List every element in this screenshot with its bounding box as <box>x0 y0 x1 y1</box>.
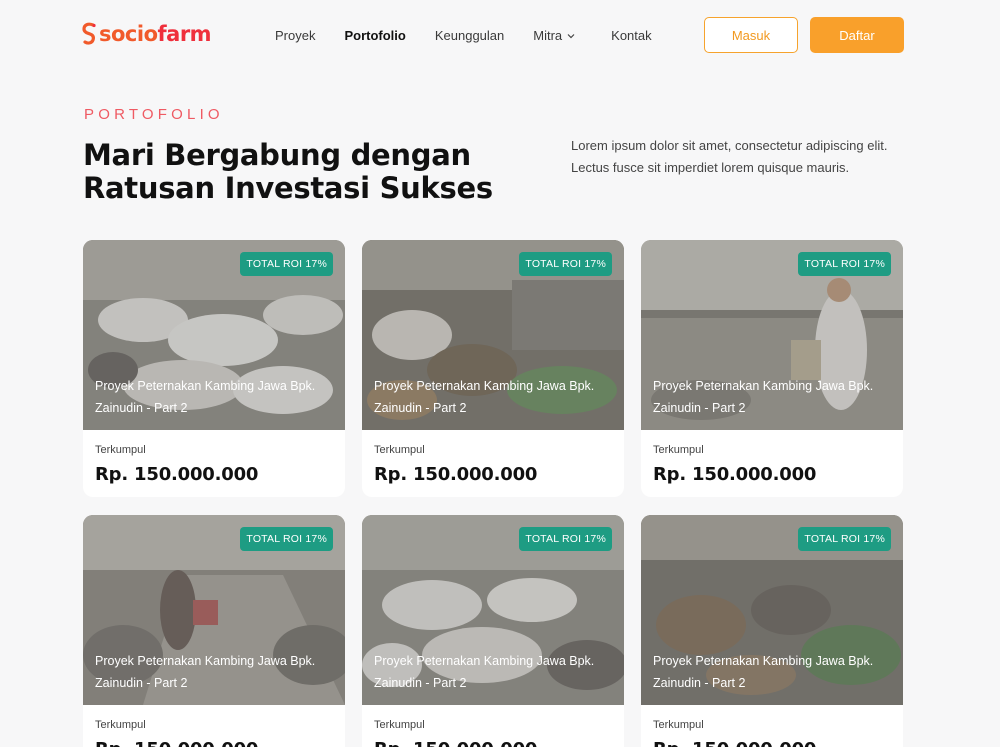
project-title: Proyek Peternakan Kambing Jawa Bpk. Zainu… <box>374 654 595 690</box>
project-photo: TOTAL ROI 17% Proyek Peternakan Kambing … <box>83 240 345 430</box>
page-title-line2: Ratusan Investasi Sukses <box>83 171 493 205</box>
brand-logo[interactable]: sociofarm <box>82 21 212 46</box>
roi-badge: TOTAL ROI 17% <box>519 527 612 551</box>
nav-item-proyek[interactable]: Proyek <box>275 28 315 43</box>
portfolio-card[interactable]: TOTAL ROI 17% Proyek Peternakan Kambing … <box>362 240 624 497</box>
intro-line1: Lorem ipsum dolor sit amet, consectetur … <box>571 138 888 153</box>
collected-amount: Rp. 150.000.000 <box>653 464 817 485</box>
main-menu: Proyek Portofolio Keunggulan Mitra Konta… <box>275 28 652 43</box>
portfolio-card[interactable]: TOTAL ROI 17% Proyek Peternakan Kambing … <box>83 240 345 497</box>
project-photo: TOTAL ROI 17% Proyek Peternakan Kambing … <box>641 240 903 430</box>
collected-label: Terkumpul <box>653 719 704 731</box>
collected-label: Terkumpul <box>374 444 425 456</box>
roi-badge: TOTAL ROI 17% <box>519 252 612 276</box>
project-title: Proyek Peternakan Kambing Jawa Bpk. Zainu… <box>95 379 316 415</box>
project-photo: TOTAL ROI 17% Proyek Peternakan Kambing … <box>641 515 903 705</box>
roi-badge: TOTAL ROI 17% <box>240 527 333 551</box>
collected-amount: Rp. 150.000.000 <box>95 464 259 485</box>
nav-item-mitra-label: Mitra <box>533 28 563 43</box>
roi-badge: TOTAL ROI 17% <box>798 252 891 276</box>
project-title: Proyek Peternakan Kambing Jawa Bpk. Zainu… <box>653 654 874 690</box>
project-photo: TOTAL ROI 17% Proyek Peternakan Kambing … <box>362 240 624 430</box>
intro-text: Lorem ipsum dolor sit amet, consectetur … <box>571 135 901 179</box>
collected-label: Terkumpul <box>95 719 146 731</box>
collected-label: Terkumpul <box>95 444 146 456</box>
collected-label: Terkumpul <box>374 719 425 731</box>
collected-label: Terkumpul <box>653 444 704 456</box>
socio-s-logo-icon <box>82 22 96 45</box>
project-title: Proyek Peternakan Kambing Jawa Bpk. Zainu… <box>653 379 874 415</box>
chevron-down-icon <box>567 33 575 38</box>
register-button[interactable]: Daftar <box>810 17 904 53</box>
nav-item-mitra[interactable]: Mitra <box>533 28 576 43</box>
project-title: Proyek Peternakan Kambing Jawa Bpk. Zainu… <box>95 654 316 690</box>
page-title-line1: Mari Bergabung dengan <box>83 138 471 172</box>
portfolio-card[interactable]: TOTAL ROI 17% Proyek Peternakan Kambing … <box>362 515 624 747</box>
intro-line2: Lectus fusce sit imperdiet lorem quisque… <box>571 160 850 175</box>
nav-item-keunggulan[interactable]: Keunggulan <box>435 28 504 43</box>
collected-amount: Rp. 150.000.000 <box>653 739 891 747</box>
project-photo: TOTAL ROI 17% Proyek Peternakan Kambing … <box>362 515 624 705</box>
portfolio-grid: TOTAL ROI 17% Proyek Peternakan Kambing … <box>83 240 903 747</box>
roi-badge: TOTAL ROI 17% <box>240 252 333 276</box>
roi-badge: TOTAL ROI 17% <box>798 527 891 551</box>
site-header: sociofarm Proyek Portofolio Keunggulan M… <box>0 0 1000 70</box>
collected-amount: Rp. 150.000.000 <box>374 739 612 747</box>
portfolio-card[interactable]: TOTAL ROI 17% Proyek Peternakan Kambing … <box>641 240 903 497</box>
page-title: Mari Bergabung dengan Ratusan Investasi … <box>83 139 523 205</box>
section-eyebrow: PORTOFOLIO <box>84 106 224 123</box>
collected-amount: Rp. 150.000.000 <box>95 739 333 747</box>
project-title: Proyek Peternakan Kambing Jawa Bpk. Zainu… <box>374 379 595 415</box>
collected-amount: Rp. 150.000.000 <box>374 464 538 485</box>
brand-name: sociofarm <box>99 21 212 46</box>
portfolio-card[interactable]: TOTAL ROI 17% Proyek Peternakan Kambing … <box>641 515 903 747</box>
nav-item-kontak[interactable]: Kontak <box>611 28 651 43</box>
project-photo: TOTAL ROI 17% Proyek Peternakan Kambing … <box>83 515 345 705</box>
portfolio-card[interactable]: TOTAL ROI 17% Proyek Peternakan Kambing … <box>83 515 345 747</box>
nav-item-portofolio[interactable]: Portofolio <box>344 28 405 43</box>
login-button[interactable]: Masuk <box>704 17 798 53</box>
